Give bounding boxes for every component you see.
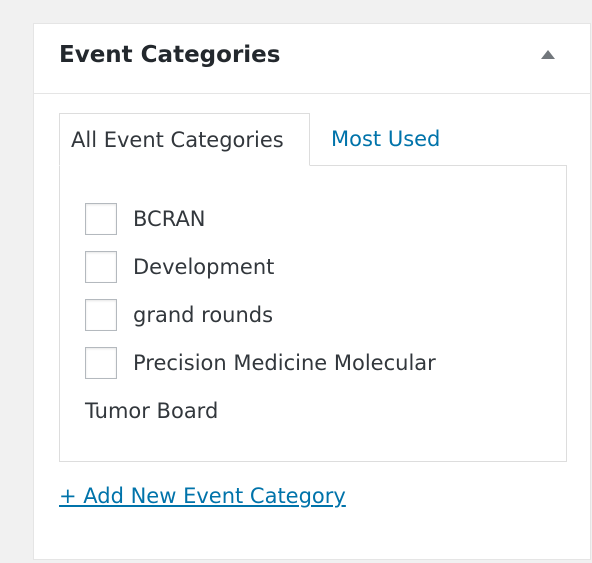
category-label[interactable]: Precision Medicine Molecular: [133, 347, 436, 379]
metabox-header[interactable]: Event Categories: [34, 24, 590, 94]
triangle-up-icon[interactable]: [541, 50, 555, 59]
add-new-category-link[interactable]: + Add New Event Category: [59, 484, 346, 508]
tab-all-event-categories[interactable]: All Event Categories: [59, 113, 310, 166]
category-checkbox[interactable]: [85, 251, 117, 283]
category-checkbox[interactable]: [85, 203, 117, 235]
event-categories-metabox: Event Categories All Event Categories Mo…: [33, 23, 591, 560]
category-label-continuation[interactable]: Tumor Board: [85, 395, 218, 427]
category-label[interactable]: Development: [133, 251, 274, 283]
category-checklist-panel: BCRAN Development grand rounds Precision…: [59, 165, 567, 462]
tab-most-used[interactable]: Most Used: [310, 113, 470, 166]
metabox-title: Event Categories: [59, 42, 281, 68]
category-checkbox[interactable]: [85, 299, 117, 331]
category-label[interactable]: grand rounds: [133, 299, 273, 331]
category-checkbox[interactable]: [85, 347, 117, 379]
category-label[interactable]: BCRAN: [133, 203, 206, 235]
